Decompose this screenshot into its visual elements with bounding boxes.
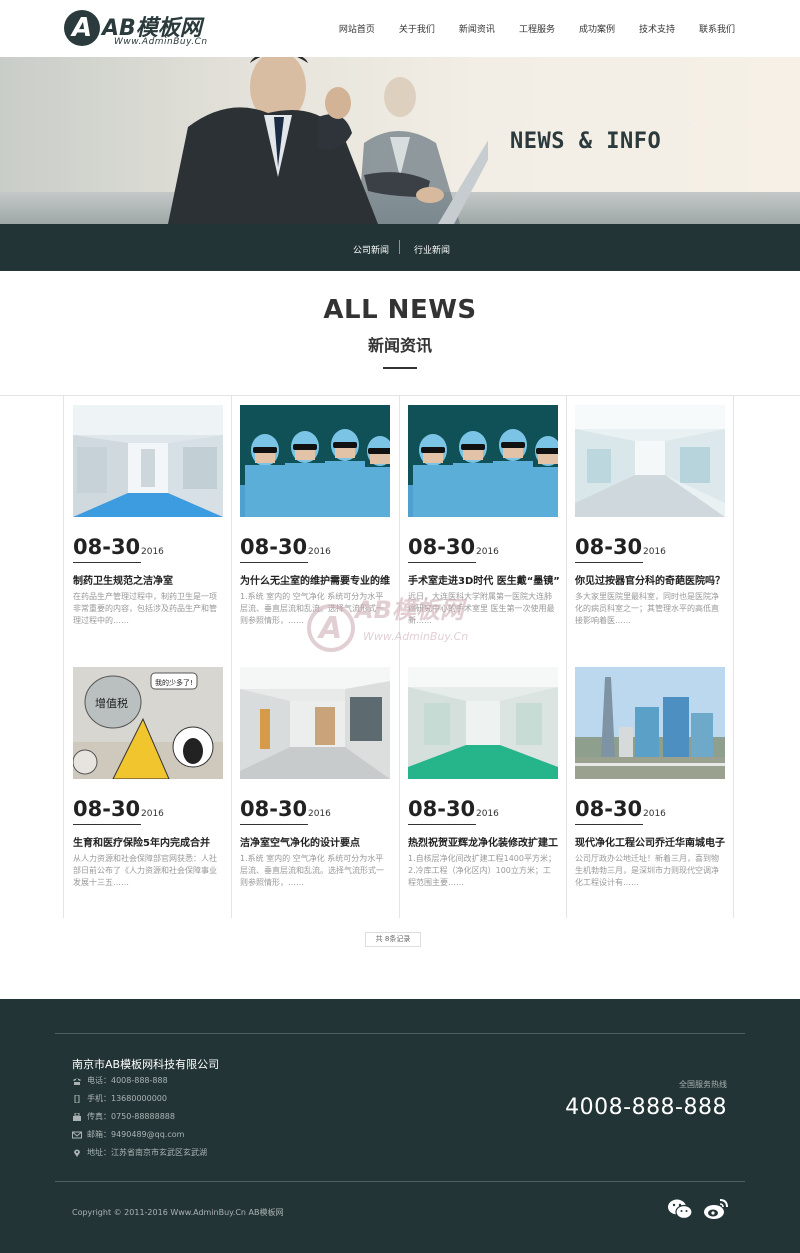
footer-email: 邮箱：9490489@qq.com [72, 1129, 372, 1143]
phone-icon [72, 1077, 82, 1085]
location-icon [72, 1149, 82, 1157]
section-underline [383, 367, 417, 369]
weibo-icon[interactable] [703, 1198, 729, 1220]
news-year: 2016 [476, 809, 499, 819]
watermark-url: Www.AdminBuy.Cn [363, 630, 468, 643]
site-footer: 南京市AB模板网科技有限公司 电话：4008-888-888 手机：136800… [0, 999, 800, 1253]
news-card[interactable]: 08-30 2016 洁净室空气净化的设计要点 1.系统 室内的 空气净化 系统可分为… [240, 667, 390, 907]
news-excerpt: 在药品生产管理过程中，制药卫生是一项非常重要的内容，包括涉及药品生产和管理过程中… [73, 592, 217, 625]
wechat-icon[interactable] [667, 1198, 693, 1220]
footer-mobile: 手机：13680000000 [72, 1093, 372, 1107]
watermark-logo: A AB模板网 Www.AdminBuy.Cn [307, 596, 468, 652]
news-title[interactable]: 洁净室空气净化的设计要点 [240, 834, 392, 849]
nav-home[interactable]: 网站首页 [339, 22, 375, 35]
site-header: A AB模板网 Www.AdminBuy.Cn 网站首页 关于我们 新闻资讯 工… [0, 0, 800, 57]
watermark-title: AB模板网 [353, 596, 468, 624]
news-year: 2016 [308, 809, 331, 819]
news-thumbnail[interactable] [240, 667, 390, 779]
news-date: 08-30 [73, 535, 141, 559]
nav-cases[interactable]: 成功案例 [579, 22, 615, 35]
page-banner: NEWS & INFO [0, 57, 800, 224]
mobile-icon [72, 1094, 82, 1103]
nav-news[interactable]: 新闻资讯 [459, 22, 495, 35]
businessman-image [168, 57, 488, 224]
main-nav: 网站首页 关于我们 新闻资讯 工程服务 成功案例 技术支持 联系我们 [315, 22, 735, 35]
news-date-underline [408, 562, 476, 563]
news-date-underline [73, 824, 141, 825]
footer-address: 地址：江苏省南京市玄武区玄武湖 [72, 1147, 372, 1161]
nav-services[interactable]: 工程服务 [519, 22, 555, 35]
news-year: 2016 [141, 809, 164, 819]
news-date: 08-30 [240, 797, 308, 821]
news-year: 2016 [476, 547, 499, 557]
subnav-industry-news[interactable]: 行业新闻 [414, 243, 450, 256]
news-excerpt: 1.系统 室内的 空气净化 系统可分为水平层流、垂直层流和乱流。选择气流形式一则… [240, 854, 384, 887]
news-title[interactable]: 现代净化工程公司乔迁华南城电子 [575, 834, 727, 849]
news-card[interactable]: 增值税 我的少多了! 08-30 2016 生育和医疗保险5年内完成合并从人力资源和社会… [73, 667, 223, 907]
footer-fax: 传真：0750-88888888 [72, 1111, 372, 1125]
news-date: 08-30 [240, 535, 308, 559]
news-date: 08-30 [408, 535, 476, 559]
news-thumbnail[interactable]: 增值税 我的少多了! [73, 667, 223, 779]
hotline-number: 4008-888-888 [565, 1095, 727, 1120]
news-year: 2016 [643, 547, 666, 557]
news-thumbnail[interactable] [408, 405, 558, 517]
news-title[interactable]: 制药卫生规范之洁净室 [73, 572, 225, 587]
banner-title: NEWS & INFO [510, 129, 662, 154]
news-excerpt: 公司厅政办公地迁址！新着三月，喜到物生机勃勃三月，是深圳市力则现代空调净化工程设… [575, 854, 719, 887]
site-logo[interactable]: A AB模板网 Www.AdminBuy.Cn [64, 8, 244, 50]
subnav-divider [399, 240, 400, 254]
news-date-underline [408, 824, 476, 825]
nav-support[interactable]: 技术支持 [639, 22, 675, 35]
news-date: 08-30 [575, 535, 643, 559]
news-excerpt: 从人力资源和社会保障部官网获悉：人社部日前公布了《人力资源和社会保障事业发展十三… [73, 854, 217, 887]
news-excerpt: 1.自核层净化间改扩建工程1400平方米；2.冷库工程（净化区内）100立方米；… [408, 854, 556, 887]
svg-text:A: A [317, 611, 342, 646]
nav-contact[interactable]: 联系我们 [699, 22, 735, 35]
news-date-underline [575, 824, 643, 825]
news-thumbnail[interactable] [73, 405, 223, 517]
svg-text:增值税: 增值税 [95, 696, 128, 710]
svg-text:我的少多了!: 我的少多了! [155, 678, 193, 687]
section-title-en: ALL NEWS [323, 295, 477, 325]
news-card[interactable]: 08-30 2016 你见过按器官分科的奇葩医院吗？ 多大家里医院里最科室，同时也是医… [575, 405, 725, 645]
news-date-underline [240, 562, 308, 563]
news-date: 08-30 [575, 797, 643, 821]
footer-phone: 电话：4008-888-888 [72, 1075, 372, 1089]
pagination-info: 共 8条记录 [365, 932, 421, 947]
section-title-cn: 新闻资讯 [367, 336, 432, 355]
news-card[interactable]: 08-30 2016 制药卫生规范之洁净室在药品生产管理过程中，制药卫生是一项非常重… [73, 405, 223, 645]
news-excerpt: 多大家里医院里最科室，同时也是医院净化的病员科室之一；其管理水平的高低直接影响着… [575, 592, 719, 625]
news-thumbnail[interactable] [575, 405, 725, 517]
category-subnav: 公司新闻 行业新闻 [0, 224, 800, 271]
news-date: 08-30 [73, 797, 141, 821]
news-thumbnail[interactable] [240, 405, 390, 517]
news-year: 2016 [141, 547, 164, 557]
news-date-underline [575, 562, 643, 563]
copyright: Copyright © 2011-2016 Www.AdminBuy.Cn AB… [72, 1208, 284, 1217]
news-title[interactable]: 生育和医疗保险5年内完成合并 [73, 834, 225, 849]
news-thumbnail[interactable] [575, 667, 725, 779]
logo-badge: A [64, 10, 100, 46]
news-card[interactable]: 08-30 2016 现代净化工程公司乔迁华南城电子公司厅政办公地迁址！新着三月，喜… [575, 667, 725, 907]
fax-icon [72, 1112, 82, 1121]
logo-subtitle: Www.AdminBuy.Cn [114, 37, 208, 47]
news-title[interactable]: 热烈祝贺亚辉龙净化装修改扩建工 [408, 834, 560, 849]
news-title[interactable]: 手术室走进3D时代 医生戴“墨镜” [408, 572, 560, 587]
hotline-label: 全国服务热线 [679, 1080, 727, 1089]
news-year: 2016 [643, 809, 666, 819]
news-title[interactable]: 你见过按器官分科的奇葩医院吗？ [575, 572, 727, 587]
news-year: 2016 [308, 547, 331, 557]
news-date-underline [240, 824, 308, 825]
footer-company-name: 南京市AB模板网科技有限公司 [72, 1058, 220, 1071]
news-date-underline [73, 562, 141, 563]
nav-about[interactable]: 关于我们 [399, 22, 435, 35]
news-title[interactable]: 为什么无尘室的维护需要专业的维 [240, 572, 392, 587]
mail-icon [72, 1131, 82, 1139]
news-card[interactable]: 08-30 2016 热烈祝贺亚辉龙净化装修改扩建工 1.自核层净化间改扩建工程140… [408, 667, 558, 907]
news-date: 08-30 [408, 797, 476, 821]
news-thumbnail[interactable] [408, 667, 558, 779]
subnav-company-news[interactable]: 公司新闻 [353, 243, 389, 256]
